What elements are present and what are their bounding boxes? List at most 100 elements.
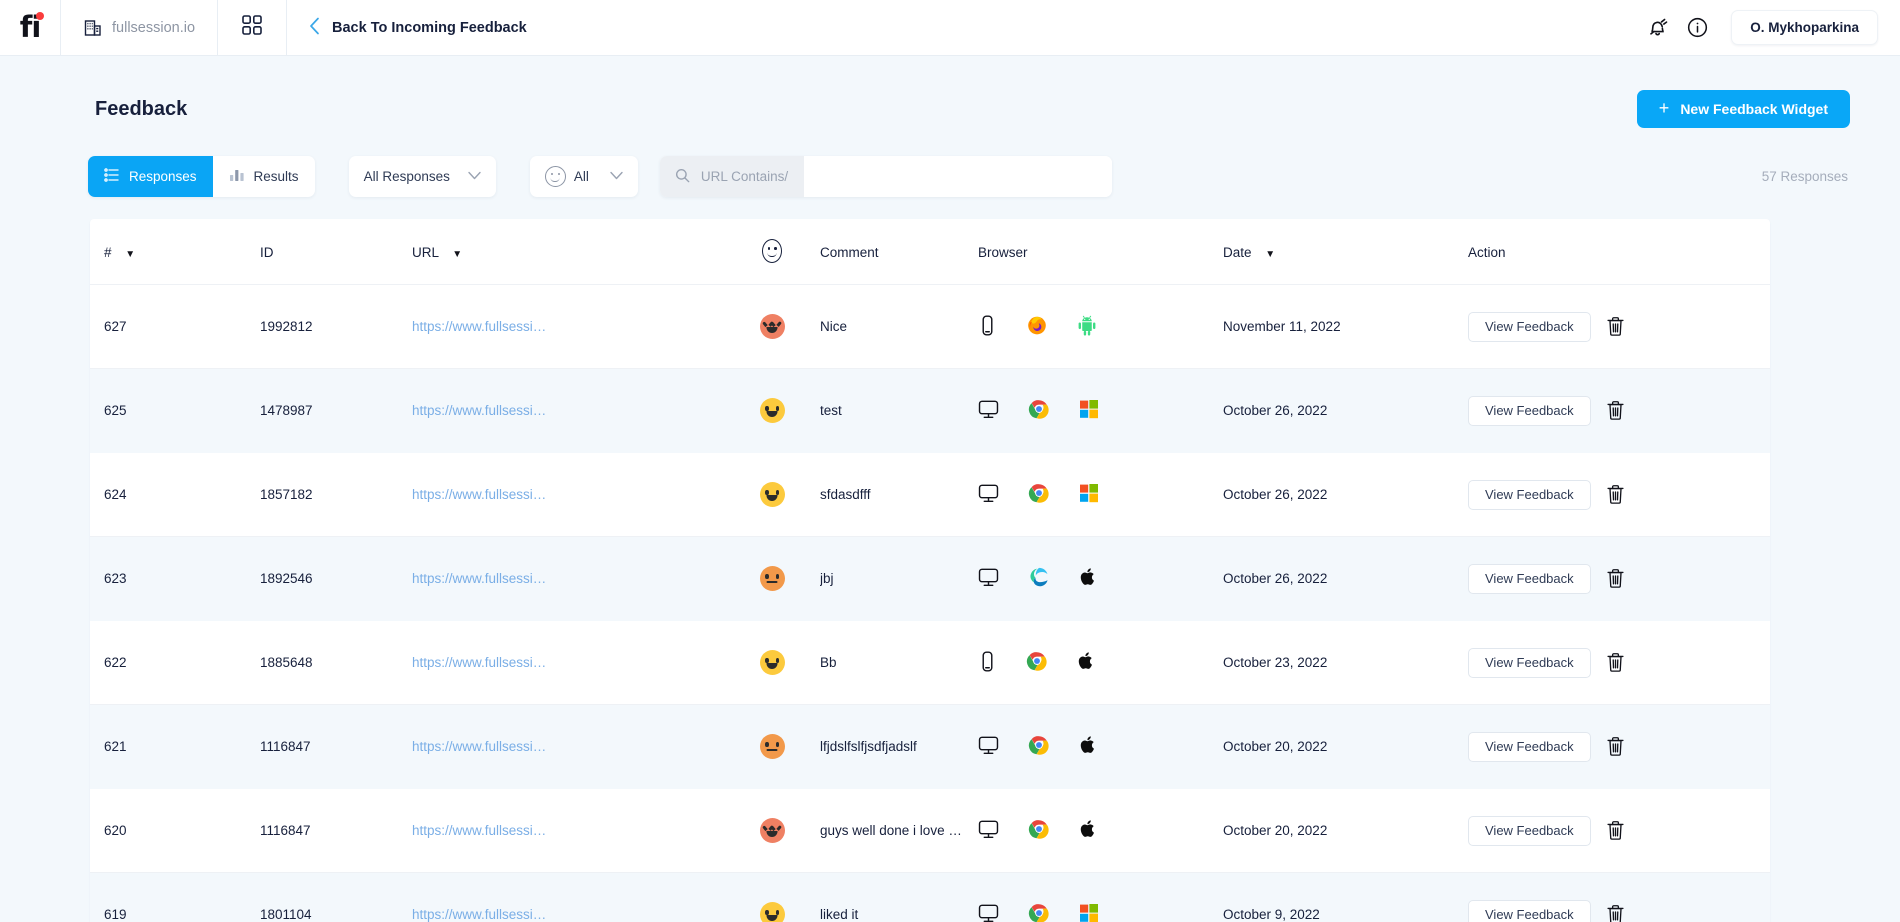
url-search-prefix-label: URL Contains/: [701, 169, 788, 184]
cell-date: October 20, 2022: [1223, 705, 1468, 789]
view-feedback-button[interactable]: View Feedback: [1468, 312, 1591, 342]
app-logo[interactable]: fi: [0, 0, 60, 55]
cell-num: 621: [90, 705, 260, 789]
bar-chart-icon: [229, 167, 245, 186]
project-name: fullsession.io: [112, 20, 195, 36]
emoji-neutral-icon: [760, 734, 785, 759]
cell-num: 627: [90, 285, 260, 369]
url-link[interactable]: https://www.fullsessi…: [412, 403, 546, 418]
cell-comment: liked it: [820, 873, 978, 922]
page-title: Feedback: [95, 98, 187, 121]
tab-results[interactable]: Results: [213, 156, 315, 197]
cell-date: October 26, 2022: [1223, 453, 1468, 537]
cell-browser: [978, 537, 1223, 621]
page-content: Feedback + New Feedback Widget Responses: [0, 56, 1900, 922]
smiley-outline-icon: [762, 239, 782, 263]
cell-comment: lfjdslfslfjsdfjadslf: [820, 705, 978, 789]
delete-icon[interactable]: [1606, 736, 1625, 757]
url-link[interactable]: https://www.fullsessi…: [412, 907, 546, 922]
cell-browser: [978, 789, 1223, 873]
url-link[interactable]: https://www.fullsessi…: [412, 319, 546, 334]
cell-date: October 26, 2022: [1223, 537, 1468, 621]
building-icon: [83, 18, 103, 38]
cell-url: https://www.fullsessi…: [412, 285, 724, 369]
delete-icon[interactable]: [1606, 820, 1625, 841]
url-search-input[interactable]: [804, 156, 1112, 197]
cell-date: November 11, 2022: [1223, 285, 1468, 369]
cell-browser: [978, 621, 1223, 705]
tab-responses[interactable]: Responses: [88, 156, 213, 197]
back-to-incoming-feedback-link[interactable]: Back To Incoming Feedback: [287, 0, 549, 55]
cell-action: View Feedback: [1468, 537, 1770, 621]
view-feedback-button[interactable]: View Feedback: [1468, 396, 1591, 426]
column-header-num[interactable]: # ▼: [90, 219, 260, 285]
android-icon: [1077, 315, 1097, 339]
cell-comment: Bb: [820, 621, 978, 705]
column-header-date[interactable]: Date ▼: [1223, 219, 1468, 285]
cell-comment: jbj: [820, 537, 978, 621]
mobile-device-icon: [978, 315, 997, 339]
table-row: 6201116847https://www.fullsessi…guys wel…: [90, 789, 1770, 873]
delete-icon[interactable]: [1606, 484, 1625, 505]
url-link[interactable]: https://www.fullsessi…: [412, 739, 546, 754]
info-icon[interactable]: [1686, 16, 1709, 39]
view-feedback-button[interactable]: View Feedback: [1468, 900, 1591, 922]
cell-url: https://www.fullsessi…: [412, 537, 724, 621]
chrome-icon: [1028, 818, 1050, 843]
cell-comment: Nice: [820, 285, 978, 369]
chrome-icon: [1028, 398, 1050, 423]
delete-icon[interactable]: [1606, 652, 1625, 673]
edge-icon: [1028, 566, 1050, 591]
chevron-down-icon: [468, 171, 481, 183]
view-feedback-button[interactable]: View Feedback: [1468, 564, 1591, 594]
column-header-action: Action: [1468, 219, 1770, 285]
cell-browser: [978, 873, 1223, 922]
cell-action: View Feedback: [1468, 873, 1770, 922]
cell-date: October 9, 2022: [1223, 873, 1468, 922]
url-link[interactable]: https://www.fullsessi…: [412, 487, 546, 502]
cell-url: https://www.fullsessi…: [412, 873, 724, 922]
cell-date: October 23, 2022: [1223, 621, 1468, 705]
apps-grid-button[interactable]: [218, 0, 286, 55]
emoji-filter-dropdown[interactable]: All: [530, 156, 638, 197]
responses-table-card: # ▼ ID URL ▼: [90, 219, 1770, 922]
sort-desc-icon[interactable]: ▼: [452, 249, 462, 260]
cell-emoji: [724, 537, 820, 621]
table-header-row: # ▼ ID URL ▼: [90, 219, 1770, 285]
cell-date: October 26, 2022: [1223, 369, 1468, 453]
chrome-icon: [1028, 482, 1050, 507]
cell-url: https://www.fullsessi…: [412, 705, 724, 789]
cell-action: View Feedback: [1468, 705, 1770, 789]
view-feedback-button[interactable]: View Feedback: [1468, 648, 1591, 678]
response-filter-dropdown[interactable]: All Responses: [349, 156, 496, 197]
delete-icon[interactable]: [1606, 568, 1625, 589]
delete-icon[interactable]: [1606, 400, 1625, 421]
cell-action: View Feedback: [1468, 369, 1770, 453]
notifications-muted-icon[interactable]: [1646, 16, 1669, 39]
url-link[interactable]: https://www.fullsessi…: [412, 571, 546, 586]
emoji-happy-icon: [760, 482, 785, 507]
sort-desc-icon[interactable]: ▼: [1265, 249, 1275, 260]
url-link[interactable]: https://www.fullsessi…: [412, 823, 546, 838]
view-feedback-button[interactable]: View Feedback: [1468, 480, 1591, 510]
view-feedback-button[interactable]: View Feedback: [1468, 816, 1591, 846]
view-feedback-button[interactable]: View Feedback: [1468, 732, 1591, 762]
sort-desc-icon[interactable]: ▼: [125, 249, 135, 260]
cell-emoji: [724, 621, 820, 705]
desktop-device-icon: [978, 399, 999, 423]
delete-icon[interactable]: [1606, 316, 1625, 337]
new-feedback-widget-button[interactable]: + New Feedback Widget: [1637, 90, 1850, 128]
column-header-comment: Comment: [820, 219, 978, 285]
project-selector[interactable]: fullsession.io: [61, 0, 217, 55]
delete-icon[interactable]: [1606, 904, 1625, 922]
column-header-id[interactable]: ID: [260, 219, 412, 285]
column-header-url[interactable]: URL ▼: [412, 219, 724, 285]
emoji-happy-icon: [760, 398, 785, 423]
firefox-icon: [1026, 314, 1048, 339]
user-menu-button[interactable]: O. Mykhoparkina: [1731, 10, 1878, 45]
url-link[interactable]: https://www.fullsessi…: [412, 655, 546, 670]
logo-dot: [36, 12, 44, 20]
responses-table: # ▼ ID URL ▼: [90, 219, 1770, 922]
cell-action: View Feedback: [1468, 789, 1770, 873]
cell-num: 619: [90, 873, 260, 922]
